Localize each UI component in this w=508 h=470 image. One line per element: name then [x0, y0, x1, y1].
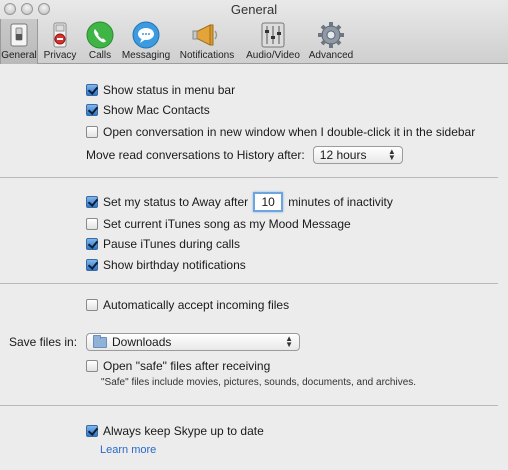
phone-icon: [85, 21, 115, 49]
tab-label: Messaging: [121, 50, 171, 61]
pause-itunes-label: Pause iTunes during calls: [103, 237, 240, 251]
preferences-tabs: General Privacy Calls Messaging Notifica…: [0, 19, 356, 64]
learn-more-link[interactable]: Learn more: [100, 444, 156, 456]
tab-advanced[interactable]: Advanced: [306, 19, 356, 64]
speech-bubble-icon: [131, 21, 161, 49]
show-status-checkbox[interactable]: [86, 84, 98, 96]
safe-files-note: "Safe" files include movies, pictures, s…: [101, 377, 417, 388]
tab-label: Notifications: [179, 50, 235, 61]
birthday-row[interactable]: Show birthday notifications: [86, 258, 246, 272]
save-location-display: Downloads: [93, 334, 172, 349]
itunes-song-label: Set current iTunes song as my Mood Messa…: [103, 217, 351, 231]
open-safe-checkbox[interactable]: [86, 360, 98, 372]
move-history-popup[interactable]: 12 hours ▲ ▼: [312, 146, 403, 164]
auto-update-checkbox[interactable]: [86, 425, 98, 437]
tab-label: Audio/Video: [246, 50, 300, 61]
tab-label: Advanced: [308, 50, 354, 61]
away-prefix: Set my status to Away after: [103, 195, 249, 209]
itunes-song-checkbox[interactable]: [86, 218, 98, 230]
divider: [0, 405, 498, 406]
auto-accept-checkbox[interactable]: [86, 299, 98, 311]
open-new-window-row[interactable]: Open conversation in new window when I d…: [86, 125, 475, 139]
auto-accept-row[interactable]: Automatically accept incoming files: [86, 298, 289, 312]
move-history-label: Move read conversations to History after…: [86, 148, 305, 162]
save-files-row: Save files in: Downloads ▲ ▼: [9, 333, 300, 351]
itunes-song-row[interactable]: Set current iTunes song as my Mood Messa…: [86, 217, 351, 231]
show-status-row[interactable]: Show status in menu bar: [86, 83, 235, 97]
divider: [0, 283, 498, 284]
show-mac-contacts-row[interactable]: Show Mac Contacts: [86, 103, 210, 117]
megaphone-icon: [192, 21, 222, 49]
general-switch-icon: [4, 21, 34, 49]
birthday-label: Show birthday notifications: [103, 258, 246, 272]
tab-label: Privacy: [43, 50, 77, 61]
auto-accept-label: Automatically accept incoming files: [103, 298, 290, 312]
auto-update-label: Always keep Skype up to date: [103, 424, 264, 438]
tab-label: Calls: [88, 50, 112, 61]
show-status-label: Show status in menu bar: [103, 83, 236, 97]
save-location-value: Downloads: [112, 335, 172, 349]
tab-general[interactable]: General: [0, 19, 38, 64]
popup-arrows-icon: ▲ ▼: [387, 147, 396, 162]
birthday-checkbox[interactable]: [86, 259, 98, 271]
pause-itunes-checkbox[interactable]: [86, 238, 98, 250]
save-files-label: Save files in:: [9, 335, 78, 349]
show-mac-contacts-checkbox[interactable]: [86, 104, 98, 116]
toolbar: General General Privacy Calls Messaging …: [0, 0, 508, 64]
away-minutes-field[interactable]: 10: [253, 192, 284, 212]
gear-icon: [316, 21, 346, 49]
tab-messaging[interactable]: Messaging: [118, 19, 174, 64]
move-history-row: Move read conversations to History after…: [86, 146, 403, 164]
show-mac-contacts-label: Show Mac Contacts: [103, 103, 210, 117]
divider: [0, 177, 498, 178]
tab-audio-video[interactable]: Audio/Video: [240, 19, 306, 64]
save-location-popup[interactable]: Downloads ▲ ▼: [86, 333, 300, 351]
popup-arrows-icon: ▲ ▼: [285, 334, 293, 349]
away-suffix: minutes of inactivity: [288, 195, 393, 209]
preferences-window: General General Privacy Calls Messaging …: [0, 0, 508, 470]
privacy-stop-icon: [45, 21, 75, 49]
tab-notifications[interactable]: Notifications: [174, 19, 240, 64]
away-checkbox[interactable]: [86, 196, 98, 208]
tab-calls[interactable]: Calls: [82, 19, 118, 64]
auto-update-row[interactable]: Always keep Skype up to date: [86, 424, 264, 438]
window-title: General: [230, 2, 278, 17]
open-safe-label: Open "safe" files after receiving: [103, 359, 271, 373]
folder-icon: [93, 334, 107, 348]
mixer-icon: [258, 21, 288, 49]
tab-privacy[interactable]: Privacy: [38, 19, 82, 64]
tab-label: General: [1, 50, 37, 61]
open-safe-row[interactable]: Open "safe" files after receiving: [86, 359, 270, 373]
pause-itunes-row[interactable]: Pause iTunes during calls: [86, 237, 240, 251]
open-new-window-label: Open conversation in new window when I d…: [103, 125, 476, 139]
open-new-window-checkbox[interactable]: [86, 126, 98, 138]
move-history-value: 12 hours: [319, 148, 367, 162]
away-row: Set my status to Away after 10 minutes o…: [86, 192, 393, 212]
